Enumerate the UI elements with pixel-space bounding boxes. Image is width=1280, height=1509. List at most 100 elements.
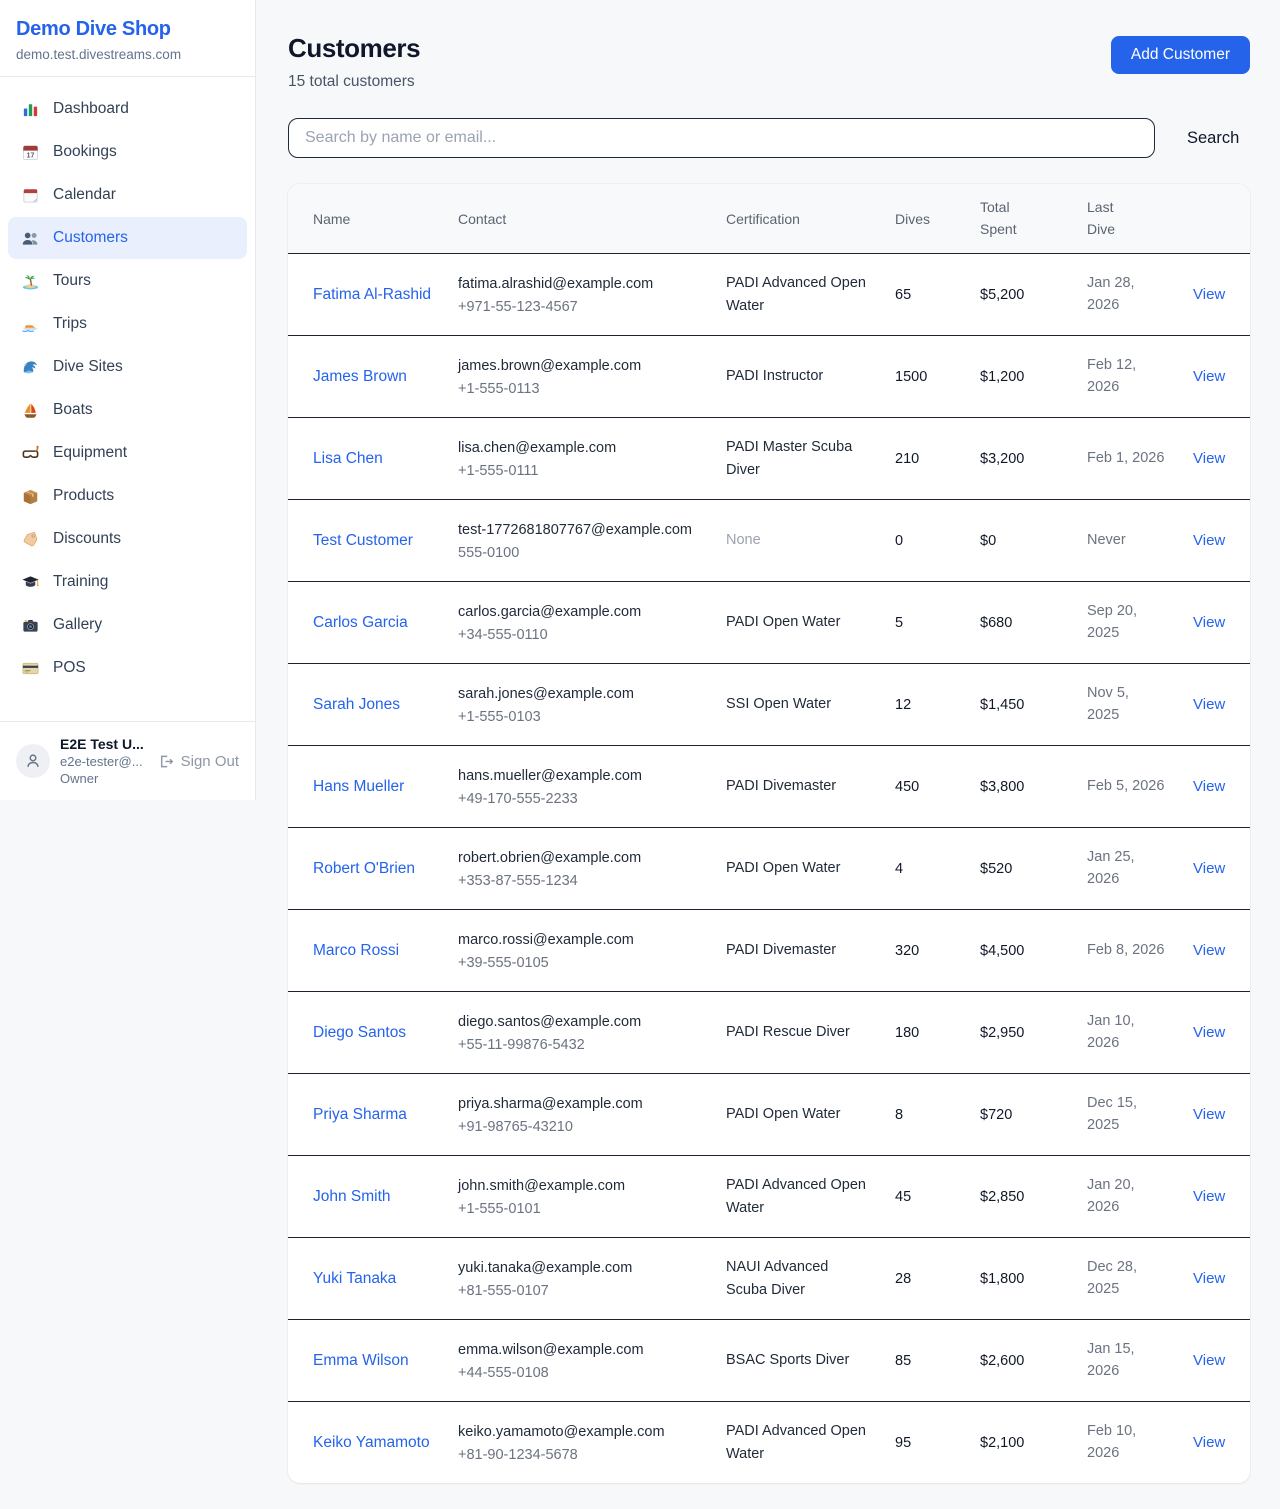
sidebar-item-dive-sites[interactable]: Dive Sites — [8, 346, 247, 388]
sidebar-item-bookings[interactable]: 17 Bookings — [8, 131, 247, 173]
customer-dives: 12 — [895, 697, 956, 713]
search-row: Search — [288, 118, 1250, 158]
search-input[interactable] — [288, 118, 1155, 158]
customer-name-link[interactable]: James Brown — [313, 365, 433, 389]
view-link[interactable]: View — [1193, 1106, 1225, 1123]
shop-name[interactable]: Demo Dive Shop — [16, 18, 239, 41]
customer-name-link[interactable]: Priya Sharma — [313, 1103, 433, 1127]
search-button[interactable]: Search — [1183, 123, 1243, 154]
table-row: Carlos Garcia carlos.garcia@example.com … — [288, 581, 1250, 663]
customer-name-link[interactable]: Fatima Al-Rashid — [313, 283, 433, 307]
table-row: Keiko Yamamoto keiko.yamamoto@example.co… — [288, 1401, 1250, 1483]
customer-last-dive: Feb 10, 2026 — [1087, 1421, 1165, 1465]
sidebar-item-customers[interactable]: Customers — [8, 217, 247, 259]
customer-total-spent: $2,850 — [980, 1189, 1063, 1205]
customer-certification: PADI Divemaster — [726, 775, 871, 798]
view-link[interactable]: View — [1193, 778, 1225, 795]
customer-email: robert.obrien@example.com — [458, 848, 702, 869]
logout-icon — [157, 753, 174, 770]
add-customer-button[interactable]: Add Customer — [1111, 36, 1250, 74]
customer-dives: 65 — [895, 287, 956, 303]
customer-total-spent: $2,950 — [980, 1025, 1063, 1041]
customer-name-link[interactable]: Carlos Garcia — [313, 611, 433, 635]
sidebar-item-training[interactable]: Training — [8, 561, 247, 603]
customer-certification: None — [726, 529, 871, 552]
column-header-certification: Certification — [726, 184, 895, 253]
view-link[interactable]: View — [1193, 1024, 1225, 1041]
customer-certification: PADI Open Water — [726, 1103, 871, 1126]
view-link[interactable]: View — [1193, 286, 1225, 303]
credit-card-icon — [20, 658, 40, 678]
sign-out-button[interactable]: Sign Out — [157, 753, 239, 770]
view-link[interactable]: View — [1193, 860, 1225, 877]
view-link[interactable]: View — [1193, 1352, 1225, 1369]
view-link[interactable]: View — [1193, 696, 1225, 713]
customer-name-link[interactable]: John Smith — [313, 1185, 433, 1209]
customer-name-link[interactable]: Robert O'Brien — [313, 857, 433, 881]
view-link[interactable]: View — [1193, 614, 1225, 631]
customer-phone: +39-555-0105 — [458, 955, 702, 971]
customer-email: sarah.jones@example.com — [458, 684, 702, 705]
sidebar-item-pos[interactable]: POS — [8, 647, 247, 689]
customer-certification: PADI Instructor — [726, 365, 871, 388]
customer-phone: 555-0100 — [458, 545, 702, 561]
view-link[interactable]: View — [1193, 1434, 1225, 1451]
customer-name-link[interactable]: Marco Rossi — [313, 939, 433, 963]
customer-name-link[interactable]: Diego Santos — [313, 1021, 433, 1045]
customer-certification: BSAC Sports Diver — [726, 1349, 871, 1372]
customer-dives: 85 — [895, 1353, 956, 1369]
customer-phone: +34-555-0110 — [458, 627, 702, 643]
customer-name-link[interactable]: Yuki Tanaka — [313, 1267, 433, 1291]
sidebar-item-dashboard[interactable]: Dashboard — [8, 88, 247, 130]
graduation-cap-icon — [20, 572, 40, 592]
view-link[interactable]: View — [1193, 450, 1225, 467]
customer-dives: 5 — [895, 615, 956, 631]
sidebar-item-products[interactable]: Products — [8, 475, 247, 517]
customer-name-link[interactable]: Lisa Chen — [313, 447, 433, 471]
speedboat-icon — [20, 314, 40, 334]
island-icon — [20, 271, 40, 291]
customer-phone: +91-98765-43210 — [458, 1119, 702, 1135]
customer-email: emma.wilson@example.com — [458, 1340, 702, 1361]
view-link[interactable]: View — [1193, 1188, 1225, 1205]
view-link[interactable]: View — [1193, 1270, 1225, 1287]
customer-name-link[interactable]: Hans Mueller — [313, 775, 433, 799]
view-link[interactable]: View — [1193, 532, 1225, 549]
customer-email: fatima.alrashid@example.com — [458, 274, 702, 295]
customer-email: james.brown@example.com — [458, 356, 702, 377]
customer-dives: 0 — [895, 533, 956, 549]
customer-name-link[interactable]: Test Customer — [313, 529, 433, 553]
customer-certification: NAUI Advanced Scuba Diver — [726, 1256, 871, 1302]
column-header-last-dive: Last Dive — [1087, 184, 1193, 253]
sidebar-item-boats[interactable]: Boats — [8, 389, 247, 431]
column-header-contact: Contact — [458, 184, 726, 253]
customer-phone: +49-170-555-2233 — [458, 791, 702, 807]
customer-phone: +44-555-0108 — [458, 1365, 702, 1381]
customer-name-link[interactable]: Sarah Jones — [313, 693, 433, 717]
customer-email: hans.mueller@example.com — [458, 766, 702, 787]
sidebar-item-calendar[interactable]: Calendar — [8, 174, 247, 216]
sidebar-item-discounts[interactable]: Discounts — [8, 518, 247, 560]
page-title: Customers — [288, 33, 420, 64]
customer-dives: 320 — [895, 943, 956, 959]
sidebar-item-trips[interactable]: Trips — [8, 303, 247, 345]
view-link[interactable]: View — [1193, 368, 1225, 385]
column-header-total-spent: Total Spent — [980, 184, 1087, 253]
customer-email: diego.santos@example.com — [458, 1012, 702, 1033]
customer-phone: +55-11-99876-5432 — [458, 1037, 702, 1053]
customer-total-spent: $1,200 — [980, 369, 1063, 385]
sidebar-item-equipment[interactable]: Equipment — [8, 432, 247, 474]
tag-icon — [20, 529, 40, 549]
table-row: Fatima Al-Rashid fatima.alrashid@example… — [288, 254, 1250, 335]
bar-chart-icon — [20, 99, 40, 119]
customer-total-spent: $680 — [980, 615, 1063, 631]
table-row: Priya Sharma priya.sharma@example.com +9… — [288, 1073, 1250, 1155]
customer-name-link[interactable]: Keiko Yamamoto — [313, 1431, 433, 1455]
shop-header: Demo Dive Shop demo.test.divestreams.com — [0, 0, 255, 77]
customer-last-dive: Dec 28, 2025 — [1087, 1257, 1165, 1301]
customer-email: keiko.yamamoto@example.com — [458, 1422, 702, 1443]
sidebar-item-gallery[interactable]: Gallery — [8, 604, 247, 646]
customer-name-link[interactable]: Emma Wilson — [313, 1349, 433, 1373]
sidebar-item-tours[interactable]: Tours — [8, 260, 247, 302]
view-link[interactable]: View — [1193, 942, 1225, 959]
